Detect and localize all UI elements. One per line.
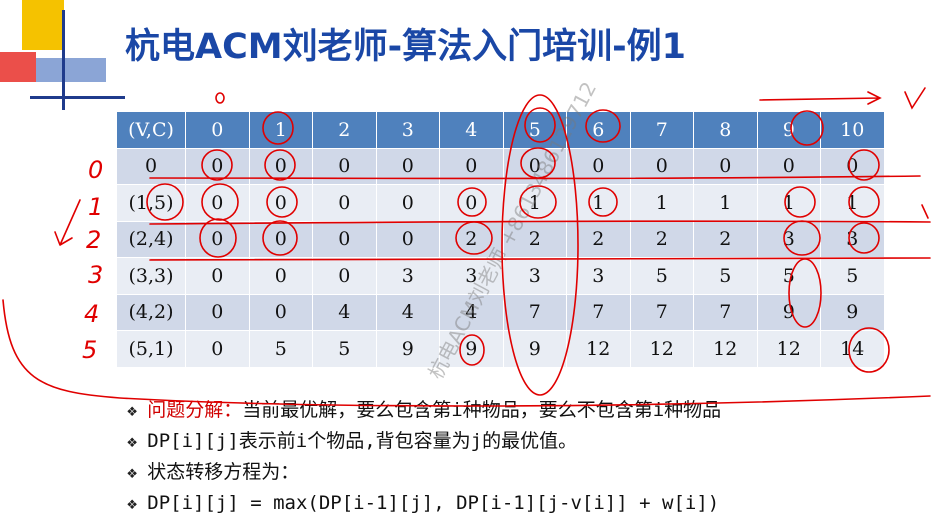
right-edge-mark [921, 204, 929, 219]
circle-r0-c5 [520, 147, 556, 179]
mark-top-right [904, 87, 926, 110]
hand-number-2: 2 [86, 226, 101, 254]
circle-r1-c1 [266, 186, 298, 218]
handwriting-overlay: 0 1 2 3 4 5 [2, 87, 931, 407]
circle-r2-c9 [783, 220, 821, 256]
circle-r1-c9 [784, 186, 816, 218]
hand-number-1: 1 [88, 193, 103, 221]
arrow-top [759, 91, 882, 105]
small-zero-top [215, 92, 225, 104]
circle-header-5 [524, 107, 556, 143]
circle-header-1 [262, 111, 294, 145]
loop-bottom [2, 299, 931, 407]
circle-r2-c0 [199, 218, 237, 258]
circle-r1-c4 [457, 187, 487, 217]
circle-r2-c10 [848, 222, 880, 254]
left-arrow [54, 199, 81, 246]
circle-r1-c5 [519, 185, 557, 219]
circle-header-6 [585, 109, 621, 143]
circle-r1-c6 [588, 187, 618, 217]
circle-header-9 [790, 110, 824, 146]
circle-r0-c0 [201, 149, 233, 181]
circle-r5-c4 [459, 334, 485, 366]
oval-column-5 [501, 94, 579, 396]
circle-r1-label [146, 183, 184, 221]
strike-row-3 [149, 257, 931, 261]
circle-r1-c0 [201, 183, 239, 221]
circle-r1-c10 [848, 186, 880, 218]
hand-number-3: 3 [88, 261, 103, 289]
circle-r2-c1 [262, 220, 298, 256]
hand-number-4: 4 [84, 300, 99, 328]
circle-r2-c4 [455, 221, 493, 255]
circle-r4-c9 [788, 258, 822, 328]
circle-r5-c10 [848, 327, 890, 373]
hand-number-5: 5 [82, 336, 97, 364]
hand-number-0: 0 [88, 156, 103, 184]
circle-r0-c10 [848, 149, 880, 181]
circle-r0-c1 [264, 149, 296, 181]
